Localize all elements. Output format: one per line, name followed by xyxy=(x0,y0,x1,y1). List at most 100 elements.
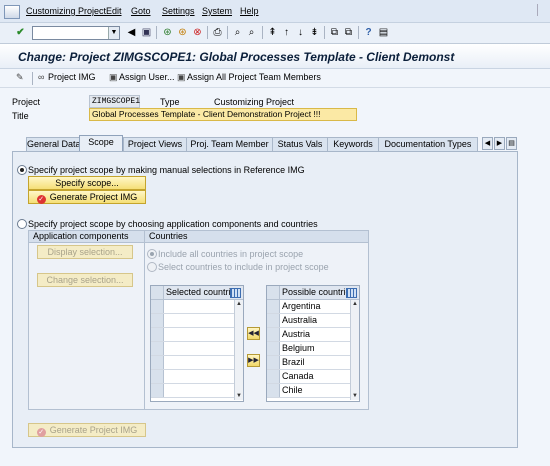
menu-goto[interactable]: Goto xyxy=(131,6,151,16)
menu-customizing-project[interactable]: Customizing Project xyxy=(26,6,106,16)
find-next-icon[interactable]: ⌕ xyxy=(245,26,258,39)
separator xyxy=(207,26,208,39)
specify-scope-button[interactable]: Specify scope... xyxy=(28,176,146,190)
menu-edit[interactable]: Edit xyxy=(106,6,122,16)
table-settings-icon[interactable] xyxy=(230,288,241,298)
cancel-icon[interactable]: ⊗ xyxy=(191,26,204,39)
separator xyxy=(262,26,263,39)
generate-icon: ✓ xyxy=(36,195,46,204)
type-label: Type xyxy=(160,97,180,107)
back-arrow-icon[interactable]: ◀ xyxy=(125,26,138,39)
manual-selection-radio[interactable] xyxy=(17,165,27,175)
table-row[interactable]: Argentina xyxy=(267,300,350,314)
row-selector[interactable] xyxy=(151,356,164,369)
row-selector[interactable] xyxy=(267,342,280,355)
project-img-button[interactable]: ∞ Project IMG xyxy=(38,72,96,82)
include-all-countries-radio[interactable] xyxy=(147,249,157,259)
save-icon[interactable]: ▣ xyxy=(140,26,153,39)
title-field[interactable]: Global Processes Template - Client Demon… xyxy=(89,108,357,121)
edit-pencil-icon[interactable]: ✎ xyxy=(16,72,26,83)
table-row[interactable]: Australia xyxy=(267,314,350,328)
row-selector[interactable] xyxy=(151,370,164,383)
tab-scroll-left-icon[interactable]: ◀ xyxy=(482,137,493,150)
include-all-countries-label: Include all countries in project scope xyxy=(158,249,304,259)
last-page-icon[interactable]: ⇟ xyxy=(308,26,321,39)
menu-settings[interactable]: Settings xyxy=(162,6,195,16)
tab-project-views[interactable]: Project Views xyxy=(123,137,187,151)
table-row[interactable]: Canada xyxy=(267,370,350,384)
assign-all-team-members-button[interactable]: ▣Assign All Project Team Members xyxy=(177,72,321,83)
back-icon[interactable]: ⊛ xyxy=(161,26,174,39)
row-selector[interactable] xyxy=(267,314,280,327)
window-controls xyxy=(537,4,546,16)
command-field[interactable]: ▼ xyxy=(32,26,120,40)
tab-list-icon[interactable]: ▤ xyxy=(506,137,517,150)
row-selector[interactable] xyxy=(151,314,164,327)
table-settings-icon[interactable] xyxy=(346,288,357,298)
check-icon[interactable]: ✔ xyxy=(14,26,27,39)
find-icon[interactable]: ⌕ xyxy=(231,26,244,39)
row-selector[interactable] xyxy=(151,342,164,355)
row-selector[interactable] xyxy=(267,370,280,383)
select-all-column[interactable] xyxy=(151,286,164,299)
table-row[interactable] xyxy=(151,342,234,356)
move-left-icon[interactable]: ◀◀ xyxy=(247,327,260,340)
possible-countries-header: Possible countries xyxy=(267,286,359,300)
select-all-column[interactable] xyxy=(267,286,280,299)
scroll-down-icon[interactable]: ▼ xyxy=(351,392,359,400)
window-icon[interactable] xyxy=(4,5,20,19)
table-row[interactable] xyxy=(151,356,234,370)
table-row[interactable] xyxy=(151,314,234,328)
separator xyxy=(358,26,359,39)
table-row[interactable] xyxy=(151,384,234,398)
row-selector[interactable] xyxy=(151,300,164,313)
display-selection-button[interactable]: Display selection... xyxy=(37,245,133,259)
chevron-down-icon[interactable]: ▼ xyxy=(108,27,119,39)
scrollbar[interactable]: ▲ ▼ xyxy=(350,300,359,400)
exit-icon[interactable]: ⊛ xyxy=(176,26,189,39)
layout-menu-icon[interactable]: ▤ xyxy=(377,26,390,39)
first-page-icon[interactable]: ⇞ xyxy=(266,26,279,39)
table-row[interactable]: Chile xyxy=(267,384,350,398)
tab-proj-team-member[interactable]: Proj. Team Member xyxy=(186,137,273,151)
previous-page-icon[interactable]: ↑ xyxy=(280,26,293,39)
tab-keywords[interactable]: Keywords xyxy=(327,137,379,151)
table-row[interactable] xyxy=(151,328,234,342)
table-row[interactable]: Austria xyxy=(267,328,350,342)
tab-status-vals[interactable]: Status Vals xyxy=(272,137,328,151)
next-page-icon[interactable]: ↓ xyxy=(294,26,307,39)
scroll-down-icon[interactable]: ▼ xyxy=(235,392,243,400)
select-countries-radio[interactable] xyxy=(147,262,157,272)
row-selector[interactable] xyxy=(267,328,280,341)
assign-user-button[interactable]: ▣Assign User... xyxy=(109,72,175,83)
help-icon[interactable]: ? xyxy=(362,26,375,39)
table-row[interactable]: Belgium xyxy=(267,342,350,356)
generate-project-img-button[interactable]: ✓ Generate Project IMG xyxy=(28,190,146,204)
table-row[interactable] xyxy=(151,300,234,314)
row-selector[interactable] xyxy=(267,384,280,397)
row-selector[interactable] xyxy=(151,384,164,397)
row-selector[interactable] xyxy=(267,300,280,313)
row-selector[interactable] xyxy=(267,356,280,369)
new-session-icon[interactable]: ⧉ xyxy=(328,26,341,39)
move-right-icon[interactable]: ▶▶ xyxy=(247,354,260,367)
shortcut-icon[interactable]: ⧉ xyxy=(342,26,355,39)
scroll-up-icon[interactable]: ▲ xyxy=(351,300,359,308)
menu-system[interactable]: System xyxy=(202,6,232,16)
table-row[interactable]: Brazil xyxy=(267,356,350,370)
components-countries-radio[interactable] xyxy=(17,219,27,229)
tab-documentation-types[interactable]: Documentation Types xyxy=(378,137,478,151)
tab-scroll-right-icon[interactable]: ▶ xyxy=(494,137,505,150)
change-selection-button[interactable]: Change selection... xyxy=(37,273,133,287)
scrollbar[interactable]: ▲ ▼ xyxy=(234,300,243,400)
project-field: ZIMGSCOPE1 xyxy=(89,95,140,108)
table-row[interactable] xyxy=(151,370,234,384)
generate-project-img-button-disabled[interactable]: ✓ Generate Project IMG xyxy=(28,423,146,437)
tab-general-data[interactable]: General Data xyxy=(26,137,81,151)
components-countries-label: Specify project scope by choosing applic… xyxy=(28,219,318,229)
print-icon[interactable]: ⎙ xyxy=(211,26,224,39)
tab-scope[interactable]: Scope xyxy=(79,135,123,152)
scroll-up-icon[interactable]: ▲ xyxy=(235,300,243,308)
menu-help[interactable]: Help xyxy=(240,6,259,16)
row-selector[interactable] xyxy=(151,328,164,341)
